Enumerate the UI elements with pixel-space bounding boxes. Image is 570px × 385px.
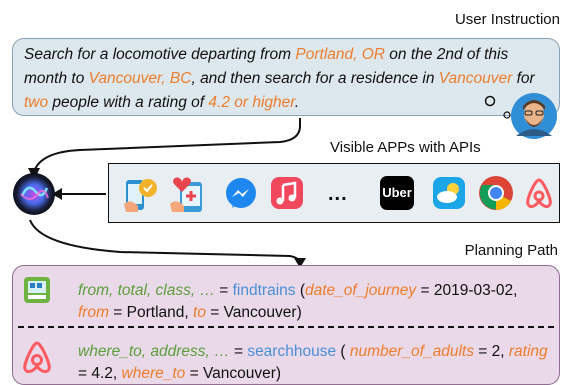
messenger-icon	[226, 178, 256, 208]
user-avatar	[511, 93, 557, 139]
weather-icon	[433, 177, 465, 209]
plan-step-searchhouse: where_to, address, … = searchhouse ( num…	[78, 343, 548, 382]
arrow-assistant-to-plan	[29, 219, 301, 265]
medical-app-icon	[170, 177, 202, 212]
health-app-icon	[124, 179, 157, 212]
plan-step-findtrains: from, total, class, … = findtrains (date…	[78, 282, 518, 321]
uber-icon: Uber	[380, 176, 414, 210]
train-app-icon	[24, 277, 50, 303]
plan-divider	[18, 326, 554, 328]
thought-bubble-large	[484, 95, 496, 107]
airbnb-icon	[526, 178, 552, 209]
assistant-orb-icon	[13, 173, 55, 215]
chrome-icon	[479, 176, 513, 210]
airbnb-step-icon	[23, 341, 51, 374]
music-icon	[271, 177, 303, 209]
more-apps-ellipsis: ...	[328, 183, 348, 205]
